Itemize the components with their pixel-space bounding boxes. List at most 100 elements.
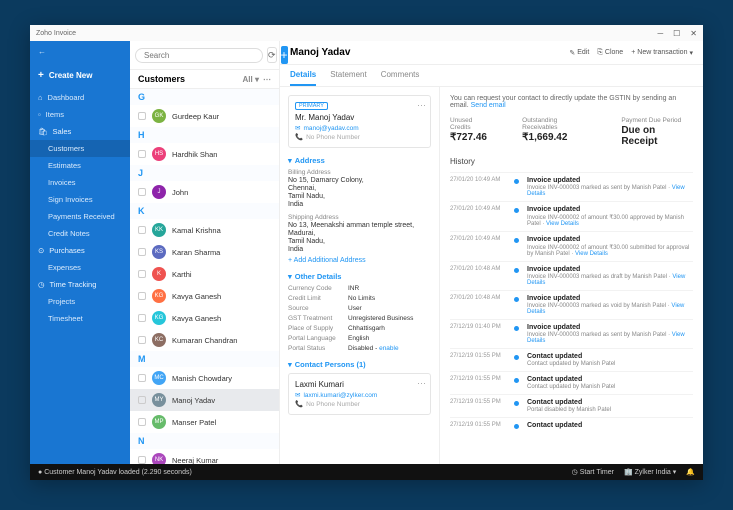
add-address-link[interactable]: + Add Additional Address	[288, 257, 431, 264]
sidebar-section-purchases[interactable]: ⊙Purchases	[30, 242, 130, 259]
customer-name: Manser Patel	[172, 418, 216, 427]
sidebar-item-expenses[interactable]: Expenses	[30, 259, 130, 276]
history-header: History	[450, 157, 693, 166]
mail-icon: ✉	[295, 124, 300, 132]
edit-button[interactable]: ✎ Edit	[569, 49, 589, 57]
list-item[interactable]: GKGurdeep Kaur	[130, 105, 279, 127]
other-details-toggle[interactable]: ▾ Other Details	[288, 272, 431, 281]
sidebar-item-sign-invoices[interactable]: Sign Invoices	[30, 191, 130, 208]
detail-row: Credit LimitNo Limits	[288, 295, 431, 302]
sidebar-item-payments[interactable]: Payments Received	[30, 208, 130, 225]
address-section-toggle[interactable]: ▾ Address	[288, 156, 431, 165]
avatar: KS	[152, 245, 166, 259]
timeline-dot-icon	[514, 401, 519, 406]
sidebar-item-timesheet[interactable]: Timesheet	[30, 310, 130, 327]
view-details-link[interactable]: View Details	[575, 251, 608, 257]
send-email-link[interactable]: Send email	[471, 102, 506, 109]
checkbox[interactable]	[138, 188, 146, 196]
sidebar-section-time[interactable]: ◷Time Tracking	[30, 276, 130, 293]
org-switcher[interactable]: 🏢 Zylker India ▾	[624, 468, 676, 476]
list-item[interactable]: MPManser Patel	[130, 411, 279, 433]
list-title: Customers	[138, 74, 185, 84]
history-row: 27/01/20 10:49 AMInvoice updatedInvoice …	[450, 231, 693, 261]
list-item[interactable]: MC Manish Chowdary	[130, 367, 279, 389]
minimize-icon[interactable]: ─	[657, 29, 663, 38]
checkbox[interactable]	[138, 150, 146, 158]
sidebar-item-credit-notes[interactable]: Credit Notes	[30, 225, 130, 242]
box-icon: ▫	[38, 110, 41, 119]
checkbox[interactable]	[138, 270, 146, 278]
customer-name: Karthi	[172, 270, 192, 279]
list-item[interactable]: KGKavya Ganesh	[130, 307, 279, 329]
list-item[interactable]: MYManoj Yadav	[130, 389, 279, 411]
checkbox[interactable]	[138, 374, 146, 382]
sidebar-item-customers[interactable]: Customers	[30, 140, 130, 157]
history-row: 27/12/19 01:55 PMContact updatedContact …	[450, 371, 693, 394]
clone-button[interactable]: ⎘ Clone	[597, 49, 623, 57]
sidebar-item-items[interactable]: ▫ Items	[30, 106, 130, 123]
gstin-notice: You can request your contact to directly…	[450, 95, 693, 109]
customer-list[interactable]: GGKGurdeep KaurHHSHardhik ShanJJJohnKKKK…	[130, 89, 279, 464]
timeline-dot-icon	[514, 297, 519, 302]
view-details-link[interactable]: View Details	[527, 274, 685, 286]
card-menu-icon[interactable]: ⋯	[417, 100, 426, 111]
notifications-icon[interactable]: 🔔	[686, 468, 695, 476]
checkbox[interactable]	[138, 292, 146, 300]
avatar: MC	[152, 371, 166, 385]
view-details-link[interactable]: View Details	[546, 221, 579, 227]
view-details-link[interactable]: View Details	[527, 303, 684, 315]
avatar: KC	[152, 333, 166, 347]
checkbox[interactable]	[138, 396, 146, 404]
view-details-link[interactable]: View Details	[527, 185, 685, 197]
list-item[interactable]: KKarthi	[130, 263, 279, 285]
list-item[interactable]: KGKavya Ganesh	[130, 285, 279, 307]
sidebar-item-projects[interactable]: Projects	[30, 293, 130, 310]
checkbox[interactable]	[138, 418, 146, 426]
contact-persons-toggle[interactable]: ▾ Contact Persons (1)	[288, 360, 431, 369]
close-icon[interactable]: ✕	[690, 29, 697, 38]
customer-name: Manish Chowdary	[172, 374, 232, 383]
history-row: 27/12/19 01:55 PMContact updated	[450, 417, 693, 434]
detail-row: GST TreatmentUnregistered Business	[288, 315, 431, 322]
checkbox[interactable]	[138, 112, 146, 120]
search-input[interactable]	[135, 48, 263, 63]
tab-statement[interactable]: Statement	[330, 65, 366, 86]
sidebar-item-invoices[interactable]: Invoices	[30, 174, 130, 191]
list-item[interactable]: NKNeeraj Kumar	[130, 449, 279, 464]
timeline-dot-icon	[514, 424, 519, 429]
customer-name: Kumaran Chandran	[172, 336, 237, 345]
customer-name: Manoj Yadav	[172, 396, 215, 405]
maximize-icon[interactable]: ☐	[673, 29, 680, 38]
refresh-button[interactable]: ⟳	[267, 47, 277, 63]
tab-comments[interactable]: Comments	[381, 65, 420, 86]
tab-details[interactable]: Details	[290, 65, 316, 86]
back-icon[interactable]: ←	[38, 47, 46, 56]
sidebar-item-dashboard[interactable]: ⌂ Dashboard	[30, 89, 130, 106]
list-item[interactable]: KKKamal Krishna	[130, 219, 279, 241]
detail-customer-name: Manoj Yadav	[290, 47, 350, 58]
checkbox[interactable]	[138, 226, 146, 234]
detail-row: Portal StatusDisabled - enable	[288, 345, 431, 352]
sidebar-section-sales[interactable]: 🛍Sales	[30, 123, 130, 140]
list-item[interactable]: KSKaran Sharma	[130, 241, 279, 263]
list-item[interactable]: JJohn	[130, 181, 279, 203]
avatar: KK	[152, 223, 166, 237]
start-timer-button[interactable]: ◷ Start Timer	[572, 468, 614, 476]
view-details-link[interactable]: View Details	[527, 332, 685, 344]
enable-link[interactable]: enable	[379, 345, 399, 352]
checkbox[interactable]	[138, 248, 146, 256]
titlebar: Zoho Invoice ─ ☐ ✕	[30, 25, 703, 41]
filter-dropdown[interactable]: All ▾	[243, 75, 259, 84]
checkbox[interactable]	[138, 336, 146, 344]
history-row: 27/01/20 10:49 AMInvoice updatedInvoice …	[450, 172, 693, 201]
list-item[interactable]: HSHardhik Shan	[130, 143, 279, 165]
create-new-button[interactable]: + Create New	[38, 66, 122, 85]
checkbox[interactable]	[138, 456, 146, 464]
contact-menu-icon[interactable]: ⋯	[417, 378, 426, 389]
new-transaction-button[interactable]: + New transaction ▾	[631, 49, 693, 57]
list-item[interactable]: KC Kumaran Chandran	[130, 329, 279, 351]
sidebar-item-estimates[interactable]: Estimates	[30, 157, 130, 174]
more-icon[interactable]: ⋯	[263, 75, 271, 84]
list-letter-header: K	[130, 203, 279, 219]
checkbox[interactable]	[138, 314, 146, 322]
